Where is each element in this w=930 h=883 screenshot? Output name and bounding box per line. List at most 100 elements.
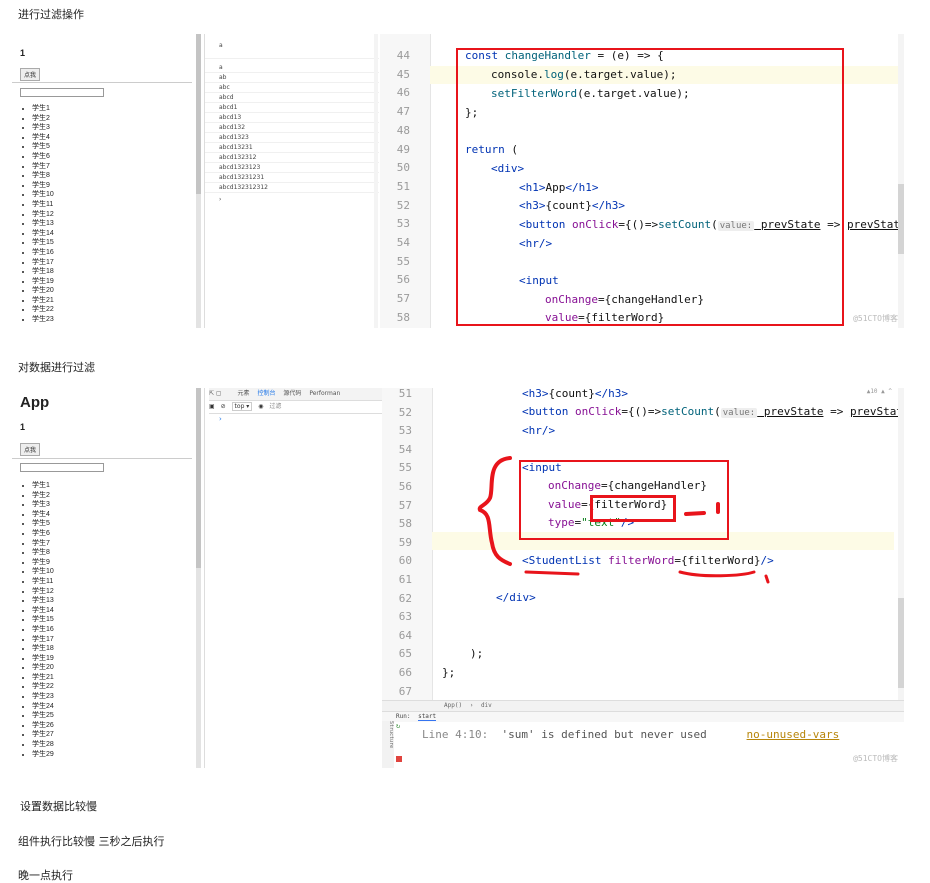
count-display: 1: [20, 422, 26, 432]
console-log-entry: abcd13231231: [205, 173, 379, 183]
student-list-item: 学生5: [32, 519, 54, 529]
student-list: 学生1学生2学生3学生4学生5学生6学生7学生8学生9学生10学生11学生12学…: [20, 104, 54, 325]
scroll-thumb[interactable]: [898, 184, 904, 254]
student-list-item: 学生21: [32, 296, 54, 306]
scroll-thumb[interactable]: [196, 34, 201, 194]
filter-input[interactable]: 过滤: [269, 403, 281, 410]
breadcrumb-item[interactable]: div: [481, 702, 492, 709]
tab-sources[interactable]: 源代码: [283, 390, 301, 397]
red-brace-mark: [477, 456, 512, 566]
caption-filter-data: 对数据进行过滤: [18, 361, 95, 374]
student-list-item: 学生16: [32, 248, 54, 258]
line-number: 55: [396, 254, 410, 268]
student-list-item: 学生6: [32, 152, 54, 162]
student-list-item: 学生23: [32, 315, 54, 325]
run-config-tab[interactable]: start: [418, 713, 437, 721]
line-number: 57: [396, 292, 410, 306]
student-list-item: 学生12: [32, 210, 54, 220]
student-list-item: 学生1: [32, 481, 54, 491]
student-list-item: 学生17: [32, 635, 54, 645]
click-button[interactable]: 点我: [20, 68, 41, 81]
browser-scrollbar[interactable]: [196, 388, 201, 768]
console-log-entry: abcd: [205, 93, 379, 103]
rerun-icon[interactable]: ↻: [396, 722, 406, 730]
student-list-item: 学生5: [32, 142, 54, 152]
student-list: 学生1学生2学生3学生4学生5学生6学生7学生8学生9学生10学生11学生12学…: [20, 481, 54, 759]
editor-scrollbar[interactable]: [898, 388, 904, 700]
tab-elements[interactable]: 元素: [238, 390, 250, 397]
editor-scrollbar[interactable]: [898, 34, 904, 328]
browser-app-preview: App 1 点我 学生1学生2学生3学生4学生5学生6学生7学生8学生9学生10…: [8, 388, 196, 768]
red-underline-filterword: [678, 570, 756, 578]
clear-console-icon[interactable]: ⊘: [221, 403, 226, 410]
browser-scrollbar[interactable]: [196, 34, 201, 328]
student-list-item: 学生28: [32, 740, 54, 750]
code-token: prevState: [846, 218, 904, 231]
line-number: 45: [396, 67, 410, 81]
screenshot-filter-data: App 1 点我 学生1学生2学生3学生4学生5学生6学生7学生8学生9学生10…: [8, 388, 904, 768]
caption-filter-operation: 进行过滤操作: [18, 8, 84, 21]
divider: [12, 82, 192, 83]
line-number: 52: [396, 198, 410, 212]
console-prompt[interactable]: ›: [205, 193, 379, 206]
line-number: 54: [396, 236, 410, 249]
breadcrumb-item[interactable]: App(): [444, 702, 462, 709]
tab-performance[interactable]: Performan: [309, 390, 340, 397]
filter-input[interactable]: [20, 463, 104, 472]
student-list-item: 学生15: [32, 238, 54, 248]
divider: [12, 458, 192, 459]
eye-icon[interactable]: ◉: [258, 403, 263, 410]
caption-slow-component: 组件执行比较慢 三秒之后执行: [18, 835, 165, 848]
click-button[interactable]: 点我: [20, 443, 41, 456]
console-prompt[interactable]: ›: [219, 415, 222, 423]
student-list-item: 学生29: [32, 750, 54, 760]
student-list-item: 学生13: [32, 596, 54, 606]
line-number: 51: [396, 179, 410, 193]
student-list-item: 学生3: [32, 500, 54, 510]
student-list-item: 学生22: [32, 682, 54, 692]
student-list-item: 学生4: [32, 133, 54, 143]
line-number: 50: [396, 161, 410, 175]
breadcrumb-separator: ›: [469, 702, 474, 709]
scroll-thumb[interactable]: [196, 388, 201, 568]
stop-icon[interactable]: [396, 756, 402, 762]
lint-rule-link[interactable]: no-unused-vars: [747, 728, 840, 741]
scroll-thumb[interactable]: [898, 598, 904, 688]
student-list-item: 学生22: [32, 305, 54, 315]
student-list-item: 学生4: [32, 510, 54, 520]
student-list-item: 学生8: [32, 548, 54, 558]
browser-app-preview: 1 点我 学生1学生2学生3学生4学生5学生6学生7学生8学生9学生10学生11…: [8, 34, 196, 328]
code-editor: 44 45 46 47 48 49 50 51 52 53 54 55 56 57 58 const cha…: [380, 34, 904, 328]
sidebar-toggle-icon[interactable]: ▣: [209, 403, 215, 410]
student-list-item: 学生19: [32, 277, 54, 287]
student-list-item: 学生9: [32, 181, 54, 191]
student-list-item: 学生16: [32, 625, 54, 635]
lint-message: 'sum' is defined but never used: [501, 728, 707, 741]
line-number: 47: [396, 105, 410, 119]
console-log-entry: abcd1: [205, 103, 379, 113]
student-list-item: 学生7: [32, 162, 54, 172]
context-select[interactable]: top ▾: [231, 402, 253, 411]
line-number: 46: [396, 86, 410, 100]
student-list-item: 学生17: [32, 258, 54, 268]
watermark: @51CTO博客: [853, 314, 898, 323]
structure-side-tab[interactable]: Structure: [382, 721, 394, 768]
devtools-tabs: ⇱ ▢ 元素 控制台 源代码 Performan: [209, 388, 383, 401]
lint-position: Line 4:10:: [422, 728, 489, 741]
console-toolbar: ▣ ⊘ top ▾ ◉ 过滤: [209, 401, 383, 414]
red-highlight-box: [456, 48, 844, 326]
devtools-icon[interactable]: ⇱ ▢: [209, 390, 224, 397]
console-scrollbar[interactable]: [374, 34, 378, 328]
tab-console[interactable]: 控制台: [257, 390, 275, 397]
run-tool-window-header: Run: start: [382, 711, 904, 722]
filter-input[interactable]: [20, 88, 104, 97]
student-list-item: 学生15: [32, 615, 54, 625]
console-panel: a a ab abc abcd abcd1 abcd13 abcd132 abcd1323 ab…: [204, 34, 379, 328]
student-list-item: 学生2: [32, 491, 54, 501]
count-display: 1: [20, 48, 26, 58]
student-list-item: 学生20: [32, 663, 54, 673]
student-list-item: 学生11: [32, 577, 54, 587]
console-top-entry: a: [205, 34, 379, 59]
line-number: 53: [396, 217, 410, 231]
student-list-item: 学生20: [32, 286, 54, 296]
